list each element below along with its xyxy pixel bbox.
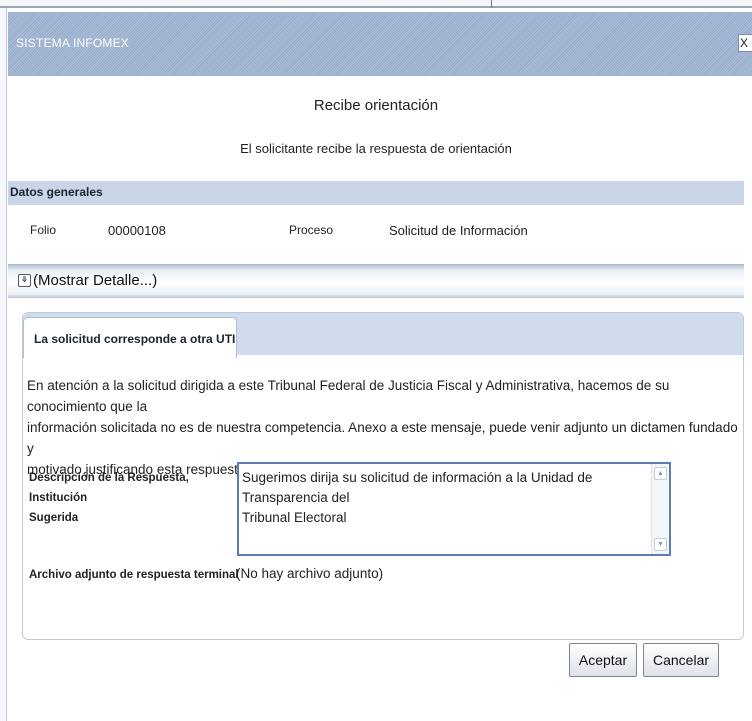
left-border xyxy=(0,8,7,721)
tab-strip: La solicitud corresponde a otra UTI xyxy=(23,313,743,358)
scroll-up-icon[interactable]: ▲ xyxy=(654,467,667,480)
top-border-tick xyxy=(491,0,492,8)
response-message-line: información solicitada no es de nuestra … xyxy=(27,420,738,456)
description-text-line: Sugerimos dirija su solicitud de informa… xyxy=(242,470,593,505)
description-text-line: Tribunal Electoral xyxy=(242,510,347,525)
general-data-title: Datos generales xyxy=(10,185,103,199)
folio-label: Folio xyxy=(30,223,57,237)
tab-other-uti-label[interactable]: La solicitud corresponde a otra UTI xyxy=(34,332,235,346)
dialog-title: SISTEMA INFOMEX xyxy=(16,36,130,50)
show-detail-toggle[interactable]: ⤋ (Mostrar Detalle...) xyxy=(8,264,744,298)
description-label-line: Descripción de la Respuesta, Institución xyxy=(29,472,189,504)
top-border xyxy=(0,0,752,8)
response-message-line: En atención a la solicitud dirigida a es… xyxy=(27,378,670,414)
description-label-line: Sugerida xyxy=(29,512,79,524)
description-label: Descripción de la Respuesta, Institución… xyxy=(29,468,229,528)
dialog-title-bar[interactable]: SISTEMA INFOMEX X xyxy=(8,12,752,76)
tab-other-uti[interactable]: La solicitud corresponde a otra UTI xyxy=(23,317,237,358)
description-textarea[interactable]: Sugerimos dirija su solicitud de informa… xyxy=(237,462,671,556)
attachment-value: (No hay archivo adjunto) xyxy=(236,566,384,581)
page-subtitle: El solicitante recibe la respuesta de or… xyxy=(240,141,512,156)
proceso-label: Proceso xyxy=(289,223,334,237)
accept-button[interactable]: Aceptar xyxy=(569,643,637,677)
response-panel: La solicitud corresponde a otra UTI En a… xyxy=(22,312,744,640)
scroll-down-icon[interactable]: ▼ xyxy=(654,538,667,551)
description-text[interactable]: Sugerimos dirija su solicitud de informa… xyxy=(242,468,642,528)
cancel-button[interactable]: Cancelar xyxy=(643,643,719,677)
double-chevron-down-icon[interactable]: ⤋ xyxy=(18,274,31,287)
show-detail-label[interactable]: (Mostrar Detalle...) xyxy=(33,272,157,289)
folio-value: 00000108 xyxy=(108,223,166,238)
proceso-value: Solicitud de Información xyxy=(389,223,528,238)
attachment-label: Archivo adjunto de respuesta terminal xyxy=(29,569,239,581)
page-title: Recibe orientación xyxy=(313,97,439,114)
close-button[interactable]: X xyxy=(738,34,752,52)
textarea-scrollbar[interactable]: ▲ ▼ xyxy=(651,464,669,554)
general-data-header: Datos generales xyxy=(8,181,744,205)
